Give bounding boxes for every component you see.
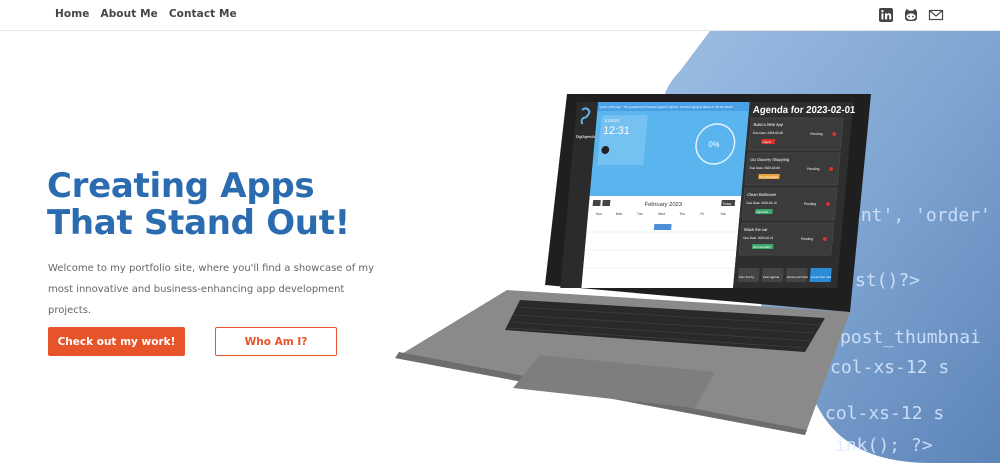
remove-all-label: Remove All Tasks <box>787 275 809 279</box>
task-title: Build a Web App <box>753 122 784 127</box>
calendar-next-button[interactable] <box>602 200 611 206</box>
task-status: Pending <box>810 132 823 136</box>
task-due: Due Date: 2023-02-10 <box>746 201 777 205</box>
filter-sort-label: Filter Sort by <box>739 275 755 279</box>
task-priority: Not Important <box>753 245 771 249</box>
nav-home-link[interactable]: Home <box>55 8 89 20</box>
task-status: Pending <box>801 237 814 241</box>
weekday-sun: Sun <box>596 212 602 216</box>
agenda-title: Agenda for 2023-02-01 <box>752 105 856 116</box>
app-name: DigiAgenda <box>576 134 597 139</box>
task-priority: Important <box>756 210 769 214</box>
check-out-work-button[interactable]: Check out my work! <box>48 327 185 356</box>
weekday-wed: Wed <box>658 212 665 216</box>
nav-contact-link[interactable]: Contact Me <box>169 8 237 20</box>
calendar-month: February 2023 <box>644 202 683 208</box>
code-line-6: ink(); ?> <box>835 435 933 456</box>
hero-title-line-1: Creating Apps <box>47 166 315 206</box>
task-title: Wash the car <box>744 227 769 232</box>
task-due: Due Date: 2023-02-11 <box>743 236 774 240</box>
social-icons <box>878 7 944 23</box>
progress-label: 0% <box>708 140 720 149</box>
weekday-tue: Tue <box>637 212 643 216</box>
clock-date: 1/1/2023 <box>604 118 619 123</box>
hero-description-line-2: most innovative and business-enhancing a… <box>48 284 345 316</box>
github-icon[interactable] <box>903 7 919 23</box>
linkedin-icon[interactable] <box>878 7 894 23</box>
nav-links: Home About Me Contact Me <box>55 8 237 20</box>
hero-title-line-2: That Stand Out! <box>47 203 350 243</box>
portfolio-page: Home About Me Contact Me unt', 'order' s… <box>0 0 1000 463</box>
weekday-fri: Fri <box>700 212 705 216</box>
quote-text: Quote of the day: "The greatest performa… <box>599 105 733 109</box>
task-card[interactable]: Go Grocery Shopping Due Date: 2023-02-09… <box>744 152 841 186</box>
task-priority: Urgent <box>762 140 771 144</box>
task-title: Go Grocery Shopping <box>750 157 790 162</box>
weekday-thu: Thu <box>679 212 685 216</box>
task-due: Due Date: 2023-02-09 <box>749 166 780 170</box>
create-task-label: Create New Task <box>811 275 832 279</box>
weekday-mon: Mon <box>616 212 623 216</box>
task-due: Due Date: 2023-02-06 <box>753 131 784 135</box>
calendar-prev-button[interactable] <box>592 200 601 206</box>
mail-icon[interactable] <box>928 7 944 23</box>
laptop-screen: DigiAgenda Quote of the day: "The greate… <box>560 102 856 288</box>
task-status: Pending <box>807 167 820 171</box>
who-am-i-button[interactable]: Who Am I? <box>215 327 337 356</box>
task-priority: Very Important <box>759 175 778 179</box>
calendar-today-label: Today <box>722 202 732 206</box>
calendar-event[interactable] <box>653 224 672 230</box>
clock-time: 12:31 <box>603 125 631 137</box>
laptop-mockup: DigiAgenda Quote of the day: "The greate… <box>395 94 871 435</box>
hero-description-line-1: Welcome to my portfolio site, where you'… <box>48 263 375 274</box>
task-title: Clean Bathroom <box>747 192 777 197</box>
hero-description: Welcome to my portfolio site, where you'… <box>48 258 378 321</box>
task-card[interactable]: Build a Web App Due Date: 2023-02-06 Urg… <box>748 117 844 151</box>
hero-title: Creating Apps That Stand Out! <box>47 168 350 242</box>
clear-agenda-label: Clear Agenda <box>763 275 780 279</box>
calendar <box>581 196 742 288</box>
task-card[interactable]: Wash the car Due Date: 2023-02-11 Not Im… <box>738 222 835 256</box>
weekday-sat: Sat <box>720 212 725 216</box>
task-status: Pending <box>804 202 817 206</box>
task-card[interactable]: Clean Bathroom Due Date: 2023-02-10 Impo… <box>741 187 838 221</box>
top-nav: Home About Me Contact Me <box>0 0 1000 31</box>
nav-about-link[interactable]: About Me <box>100 8 157 20</box>
